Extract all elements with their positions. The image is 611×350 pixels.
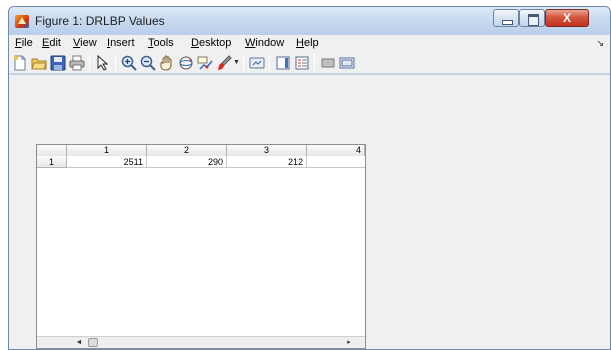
table-cell[interactable]: 290 (147, 156, 227, 168)
table-column-header: 1 2 3 4 (37, 145, 365, 156)
table-cell[interactable]: 2511 (67, 156, 147, 168)
link-plot-icon[interactable] (249, 55, 265, 71)
data-table[interactable]: 1 2 3 4 1 2511 290 212 ◄ ▸ (36, 144, 366, 349)
toolbar-separator (314, 55, 315, 71)
menu-insert[interactable]: Insert (107, 37, 135, 49)
rotate-3d-icon[interactable] (178, 55, 194, 71)
scroll-left-icon[interactable]: ◄ (73, 337, 85, 348)
table-cell[interactable] (307, 156, 365, 168)
table-cell[interactable]: 212 (227, 156, 307, 168)
menu-view[interactable]: View (73, 37, 97, 49)
menu-bar: File Edit View Insert Tools Desktop Wind… (9, 35, 610, 52)
save-figure-icon[interactable] (50, 55, 66, 71)
hide-plot-tools-icon[interactable] (320, 55, 336, 71)
toolbar-separator (269, 55, 270, 71)
window-title: Figure 1: DRLBP Values (35, 14, 165, 28)
menu-desktop[interactable]: Desktop (191, 37, 231, 49)
table-row: 1 2511 290 212 (37, 156, 365, 168)
print-figure-icon[interactable] (69, 55, 85, 71)
figure-client-area: 1 2 3 4 1 2511 290 212 ◄ ▸ (9, 75, 610, 349)
brush-icon[interactable] (216, 55, 232, 71)
title-bar[interactable]: Figure 1: DRLBP Values X (9, 7, 610, 35)
menu-file[interactable]: File (15, 37, 33, 49)
show-plot-tools-icon[interactable] (339, 55, 355, 71)
figure-window: Figure 1: DRLBP Values X File Edit View … (8, 6, 611, 350)
zoom-in-icon[interactable] (121, 55, 137, 71)
data-cursor-icon[interactable] (197, 55, 213, 71)
toolbar-separator (89, 55, 90, 71)
minimize-button[interactable] (493, 9, 519, 27)
insert-colorbar-icon[interactable] (275, 55, 291, 71)
row-header[interactable]: 1 (37, 156, 67, 168)
column-header[interactable]: 3 (227, 145, 307, 156)
maximize-button[interactable] (519, 9, 545, 27)
scroll-right-icon[interactable]: ▸ (343, 337, 355, 348)
open-file-icon[interactable] (31, 55, 47, 71)
menu-help[interactable]: Help (296, 37, 319, 49)
menu-edit[interactable]: Edit (42, 37, 61, 49)
menu-window[interactable]: Window (245, 37, 284, 49)
brush-dropdown-icon[interactable]: ▼ (233, 59, 240, 66)
scroll-thumb[interactable] (88, 338, 98, 347)
column-header[interactable]: 2 (147, 145, 227, 156)
close-icon: X (562, 11, 571, 25)
matlab-logo-icon (15, 15, 29, 28)
toolbar-separator (243, 55, 244, 71)
close-button[interactable]: X (545, 9, 589, 27)
table-corner-cell (37, 145, 67, 156)
column-header[interactable]: 1 (67, 145, 147, 156)
pan-icon[interactable] (159, 55, 175, 71)
zoom-out-icon[interactable] (140, 55, 156, 71)
edit-plot-icon[interactable] (95, 55, 111, 71)
new-figure-icon[interactable] (12, 55, 28, 71)
menu-overflow-icon[interactable]: ↘ (596, 38, 604, 49)
figure-toolbar: ▼ (9, 52, 610, 74)
menu-tools[interactable]: Tools (148, 37, 174, 49)
insert-legend-icon[interactable] (294, 55, 310, 71)
column-header[interactable]: 4 (307, 145, 365, 156)
horizontal-scrollbar[interactable]: ◄ ▸ (37, 336, 365, 348)
toolbar-separator (115, 55, 116, 71)
